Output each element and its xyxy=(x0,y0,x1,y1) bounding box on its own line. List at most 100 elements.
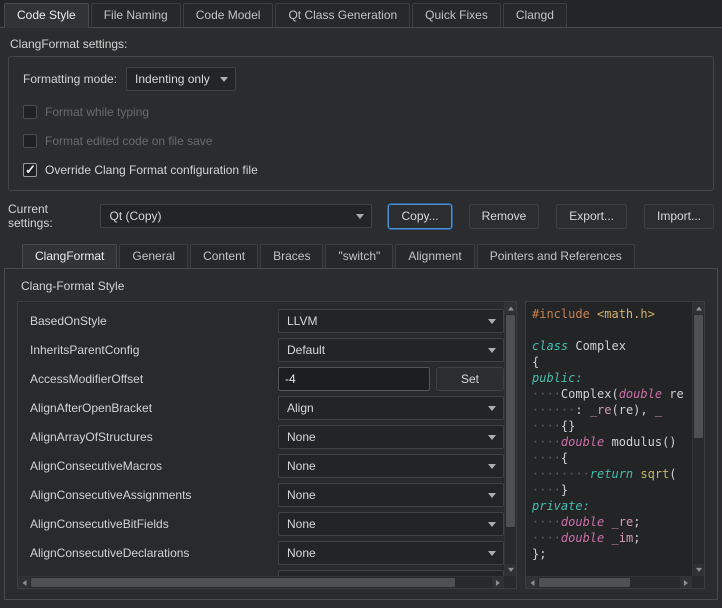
checkbox-label: Format while typing xyxy=(45,105,149,119)
style-option-combo[interactable]: None xyxy=(278,483,504,507)
style-option-control: Align xyxy=(278,396,504,420)
settings-window: Code StyleFile NamingCode ModelQt Class … xyxy=(0,0,722,608)
vertical-scrollbar[interactable] xyxy=(692,302,704,576)
scroll-up-icon[interactable] xyxy=(693,302,705,314)
tab-file-naming[interactable]: File Naming xyxy=(91,3,181,27)
remove-button[interactable]: Remove xyxy=(469,204,540,229)
tab-clangformat[interactable]: ClangFormat xyxy=(22,244,117,269)
chevron-down-icon xyxy=(488,406,496,411)
style-row: AlignConsecutiveAssignmentsNone xyxy=(28,480,504,509)
style-row: AlignEscapedNewlinesDontAlign xyxy=(28,567,504,576)
style-row: AlignArrayOfStructuresNone xyxy=(28,422,504,451)
chevron-down-icon xyxy=(488,551,496,556)
code-preview-text: #include <math.h> class Complex{public:·… xyxy=(526,302,692,576)
style-option-combo[interactable]: None xyxy=(278,425,504,449)
tab-content[interactable]: Content xyxy=(190,244,258,268)
style-option-control: None xyxy=(278,483,504,507)
scroll-right-icon[interactable] xyxy=(680,577,692,589)
set-button[interactable]: Set xyxy=(436,367,504,391)
code-line: ····{ xyxy=(532,450,692,466)
style-option-name: AlignConsecutiveMacros xyxy=(28,459,278,473)
scrollbar-handle[interactable] xyxy=(694,315,703,438)
combo-value: Default xyxy=(287,343,325,357)
current-settings-label: Current settings: xyxy=(8,202,92,230)
code-preview: #include <math.h> class Complex{public:·… xyxy=(525,301,705,589)
checkbox-indicator[interactable] xyxy=(23,105,37,119)
style-option-combo[interactable]: None xyxy=(278,454,504,478)
code-line: ····double modulus() xyxy=(532,434,692,450)
export-button[interactable]: Export... xyxy=(556,204,627,229)
style-row: AlignConsecutiveDeclarationsNone xyxy=(28,538,504,567)
tab-general[interactable]: General xyxy=(119,244,188,268)
import-button[interactable]: Import... xyxy=(644,204,714,229)
code-style-page: ClangFormat settings: Formatting mode: I… xyxy=(0,28,722,608)
checkbox-label: Override Clang Format configuration file xyxy=(45,163,258,177)
code-line: ······: _re(re), _ xyxy=(532,402,692,418)
clangformat-settings-group: Formatting mode: Indenting only Format w… xyxy=(8,56,714,191)
tab-pointers-and-references[interactable]: Pointers and References xyxy=(477,244,635,268)
tab-alignment[interactable]: Alignment xyxy=(395,244,474,268)
code-line: ····} xyxy=(532,482,692,498)
clangformat-settings-title: ClangFormat settings: xyxy=(10,37,714,51)
scrollbar-handle[interactable] xyxy=(539,578,630,587)
code-line: ····Complex(double re xyxy=(532,386,692,402)
current-settings-combo[interactable]: Qt (Copy) xyxy=(100,204,372,228)
checkbox-indicator[interactable] xyxy=(23,163,37,177)
style-tab-bar: ClangFormatGeneralContentBraces"switch"A… xyxy=(8,241,714,268)
tab-switch[interactable]: "switch" xyxy=(325,244,393,268)
style-option-combo[interactable]: Align xyxy=(278,396,504,420)
style-option-input[interactable] xyxy=(278,367,430,391)
style-option-combo[interactable]: None xyxy=(278,512,504,536)
combo-value: None xyxy=(287,430,316,444)
style-options-table: BasedOnStyleLLVMInheritsParentConfigDefa… xyxy=(17,301,517,589)
combo-value: None xyxy=(287,517,316,531)
style-option-control: Set xyxy=(278,367,504,391)
vertical-scrollbar[interactable] xyxy=(504,302,516,576)
style-option-combo[interactable]: Default xyxy=(278,338,504,362)
tab-code-model[interactable]: Code Model xyxy=(183,3,274,27)
checkbox-format-while-typing[interactable]: Format while typing xyxy=(23,104,699,120)
formatting-mode-label: Formatting mode: xyxy=(23,72,117,86)
scroll-up-icon[interactable] xyxy=(505,302,517,314)
formatting-mode-value: Indenting only xyxy=(135,72,210,86)
tab-code-style[interactable]: Code Style xyxy=(4,3,89,28)
code-line: #include <math.h> xyxy=(532,306,692,322)
checkbox-indicator[interactable] xyxy=(23,134,37,148)
code-line: ····{} xyxy=(532,418,692,434)
horizontal-scrollbar[interactable] xyxy=(18,576,504,588)
style-option-name: AccessModifierOffset xyxy=(28,372,278,386)
chevron-down-icon xyxy=(488,435,496,440)
tab-braces[interactable]: Braces xyxy=(260,244,323,268)
scroll-left-icon[interactable] xyxy=(18,577,30,589)
checkbox-override-clang-format-configuration-file[interactable]: Override Clang Format configuration file xyxy=(23,162,699,178)
scroll-left-icon[interactable] xyxy=(526,577,538,589)
scroll-down-icon[interactable] xyxy=(693,564,705,576)
scrollbar-corner xyxy=(504,576,516,588)
style-option-control: None xyxy=(278,512,504,536)
style-option-control: None xyxy=(278,454,504,478)
style-option-name: AlignConsecutiveAssignments xyxy=(28,488,278,502)
chevron-down-icon xyxy=(356,214,364,219)
checkbox-format-edited-code-on-file-save[interactable]: Format edited code on file save xyxy=(23,133,699,149)
copy-button[interactable]: Copy... xyxy=(388,204,451,229)
tab-clangd[interactable]: Clangd xyxy=(503,3,567,27)
scrollbar-handle[interactable] xyxy=(506,315,515,527)
chevron-down-icon xyxy=(220,77,228,82)
code-line: { xyxy=(532,354,692,370)
code-line: class Complex xyxy=(532,338,692,354)
chevron-down-icon xyxy=(488,493,496,498)
style-option-combo[interactable]: None xyxy=(278,541,504,565)
scroll-right-icon[interactable] xyxy=(492,577,504,589)
style-option-name: InheritsParentConfig xyxy=(28,343,278,357)
formatting-mode-combo[interactable]: Indenting only xyxy=(126,67,236,91)
tab-quick-fixes[interactable]: Quick Fixes xyxy=(412,3,501,27)
scroll-down-icon[interactable] xyxy=(505,564,517,576)
combo-value: None xyxy=(287,546,316,560)
scrollbar-handle[interactable] xyxy=(31,578,455,587)
style-option-combo[interactable]: LLVM xyxy=(278,309,504,333)
tab-qt-class-generation[interactable]: Qt Class Generation xyxy=(275,3,410,27)
horizontal-scrollbar[interactable] xyxy=(526,576,692,588)
style-row: AlignAfterOpenBracketAlign xyxy=(28,393,504,422)
style-rows: BasedOnStyleLLVMInheritsParentConfigDefa… xyxy=(18,302,504,576)
clang-format-style-title: Clang-Format Style xyxy=(21,279,705,293)
